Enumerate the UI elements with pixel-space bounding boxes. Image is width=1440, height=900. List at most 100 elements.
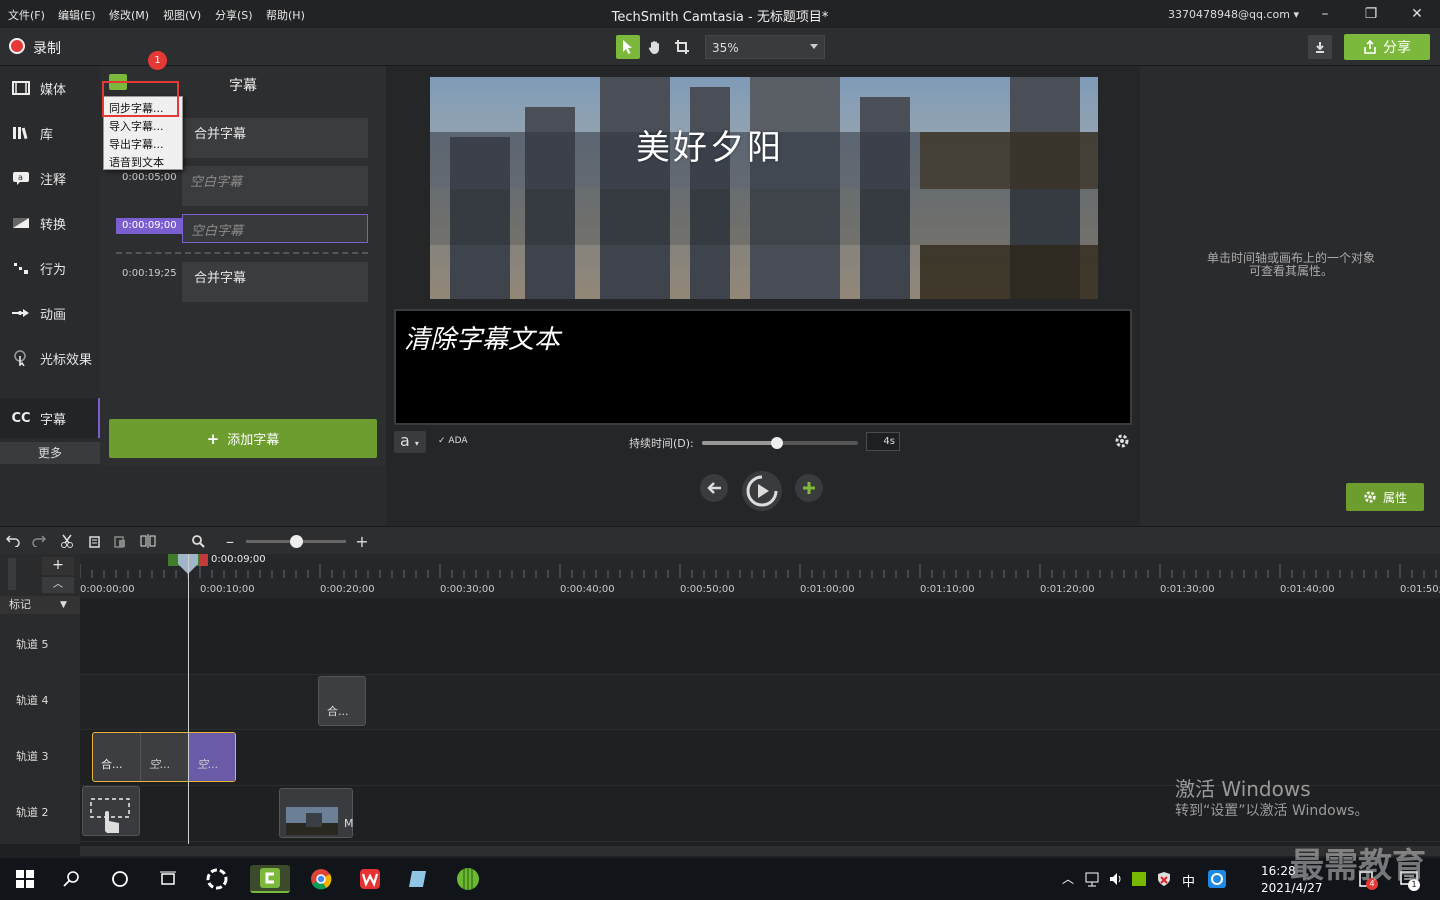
sidebar-item-cursor-effects[interactable]: 光标效果	[0, 338, 100, 378]
caption-text[interactable]: 空白字幕	[182, 214, 368, 243]
cut-button[interactable]	[57, 532, 77, 550]
zoom-out-button[interactable]: –	[220, 532, 240, 551]
gear-icon[interactable]	[1114, 433, 1130, 453]
menu-modify[interactable]: 修改(M)	[109, 7, 149, 23]
record-button-label[interactable]: 录制	[33, 38, 61, 58]
menu-edit[interactable]: 编辑(E)	[58, 7, 96, 23]
user-account[interactable]: 3370478948@qq.com ▾	[1168, 8, 1299, 21]
sidebar-item-media[interactable]: 媒体	[0, 68, 100, 108]
sidebar-item-behaviors[interactable]: 行为	[0, 248, 100, 288]
taskbar-app-notes[interactable]	[403, 865, 433, 893]
duration-slider-handle[interactable]	[770, 437, 783, 449]
caption-text-editor[interactable]: 清除字幕文本	[394, 309, 1132, 425]
search-button[interactable]	[57, 865, 87, 893]
volume-icon[interactable]	[1108, 871, 1124, 887]
caption-row[interactable]: 0:00:19;25 合并字幕	[116, 262, 368, 302]
record-icon[interactable]	[9, 38, 25, 54]
copy-button[interactable]	[84, 532, 104, 550]
pan-tool-button[interactable]	[643, 35, 667, 59]
timeline-zoom-handle[interactable]	[290, 535, 303, 548]
play-caption-button[interactable]	[742, 471, 782, 511]
clip-segment[interactable]: 空...	[141, 733, 189, 781]
video-frame-image	[430, 77, 1098, 299]
drop-placeholder-clip[interactable]	[82, 786, 140, 836]
sidebar-item-library[interactable]: 库	[0, 113, 100, 153]
menu-file[interactable]: 文件(F)	[8, 7, 45, 23]
duration-input[interactable]: 4s	[866, 432, 900, 451]
cortana-button[interactable]	[105, 865, 135, 893]
previous-caption-button[interactable]	[700, 474, 728, 502]
menu-item-import-captions[interactable]: 导入字幕...	[109, 118, 164, 134]
ime-indicator[interactable]: 中	[1182, 871, 1195, 890]
network-icon[interactable]	[1084, 871, 1100, 887]
menu-item-export-captions[interactable]: 导出字幕...	[109, 136, 164, 152]
properties-button[interactable]: 属性	[1346, 483, 1424, 511]
track-label-2[interactable]: 轨道 2	[16, 804, 49, 820]
track-label-5[interactable]: 轨道 5	[16, 636, 49, 652]
tray-expand-icon[interactable]: ︿	[1062, 870, 1074, 887]
timeline-horizontal-scrollbar[interactable]	[80, 846, 1440, 856]
zoom-dropdown[interactable]: 35%	[705, 35, 825, 59]
security-shield-icon[interactable]	[1156, 871, 1172, 887]
add-caption-label: 添加字幕	[227, 433, 280, 448]
minimize-button[interactable]: –	[1312, 4, 1338, 24]
more-button[interactable]: 更多	[0, 442, 100, 464]
sidebar-item-transitions[interactable]: 转换	[0, 203, 100, 243]
caption-clip-selected[interactable]: 合... 空... 空...	[92, 732, 236, 782]
nvidia-icon[interactable]	[1132, 872, 1146, 886]
markers-toggle[interactable]: 标记 ▼	[0, 596, 80, 614]
video-preview[interactable]: 美好夕阳	[430, 77, 1098, 299]
taskbar-app-melon[interactable]	[453, 865, 483, 893]
selection-out-handle[interactable]	[200, 554, 208, 566]
sidebar-item-animations[interactable]: 动画	[0, 293, 100, 333]
track-label-4[interactable]: 轨道 4	[16, 692, 49, 708]
zoom-in-button[interactable]: +	[352, 532, 372, 551]
track-row-4[interactable]: 合...	[80, 675, 1440, 730]
time-ruler[interactable]: 0:00:00;00 0:00:10;00 0:00:20;00 0:00:30;00…	[79, 554, 1440, 598]
ada-compliance-toggle[interactable]: ✓ ADA	[438, 436, 468, 446]
taskbar-app-chrome[interactable]	[306, 865, 336, 893]
collapse-tracks-button[interactable]: ︿	[42, 577, 74, 593]
add-track-button[interactable]: +	[42, 557, 74, 575]
menu-item-speech-to-text[interactable]: 语音到文本	[109, 154, 164, 170]
download-button[interactable]	[1308, 35, 1332, 59]
sidebar-item-label: 转换	[40, 217, 67, 233]
add-caption-here-button[interactable]	[795, 474, 823, 502]
select-tool-button[interactable]	[616, 35, 640, 59]
undo-button[interactable]	[3, 532, 23, 550]
restore-button[interactable]: ❐	[1358, 4, 1384, 24]
clip-segment[interactable]: 合...	[93, 733, 141, 781]
video-clip[interactable]: M	[279, 788, 354, 838]
caption-text[interactable]: 合并字幕	[182, 262, 368, 302]
sidebar-item-captions[interactable]: CC 字幕	[0, 398, 100, 438]
menu-help[interactable]: 帮助(H)	[266, 7, 305, 23]
sidebar-item-annotations[interactable]: a 注释	[0, 158, 100, 198]
track-row-5[interactable]	[80, 620, 1440, 675]
duration-slider[interactable]	[702, 437, 858, 449]
taskbar-app-camtasia[interactable]	[250, 865, 290, 893]
menu-share[interactable]: 分享(S)	[215, 7, 253, 23]
redo-button[interactable]	[29, 532, 49, 550]
paste-button[interactable]	[110, 532, 130, 550]
menu-view[interactable]: 视图(V)	[163, 7, 201, 23]
track-label-3[interactable]: 轨道 3	[16, 748, 49, 764]
share-button[interactable]: 分享	[1344, 34, 1430, 60]
caption-clip[interactable]: 合...	[318, 676, 366, 726]
crop-tool-button[interactable]	[670, 35, 694, 59]
track-resize-handle[interactable]	[8, 558, 16, 590]
caption-row-selected[interactable]: 0:00:09;00 空白字幕	[116, 214, 368, 254]
split-button[interactable]	[138, 532, 158, 550]
start-button[interactable]	[10, 865, 40, 893]
caption-row[interactable]: 0:00:05;00 空白字幕	[116, 166, 368, 206]
taskbar-app-wps[interactable]	[355, 865, 385, 893]
task-view-button[interactable]	[153, 865, 183, 893]
caption-text[interactable]: 空白字幕	[182, 166, 368, 206]
font-settings-button[interactable]: a ▾	[394, 431, 426, 453]
clip-segment[interactable]: 空...	[189, 733, 235, 781]
add-caption-button[interactable]: + 添加字幕	[109, 419, 377, 458]
close-button[interactable]: ✕	[1404, 4, 1430, 24]
taskbar-app-pinwheel[interactable]	[202, 865, 232, 893]
qq-icon[interactable]	[1208, 870, 1226, 888]
caption-text[interactable]: 合并字幕	[182, 118, 368, 158]
zoom-magnifier[interactable]	[188, 532, 208, 550]
